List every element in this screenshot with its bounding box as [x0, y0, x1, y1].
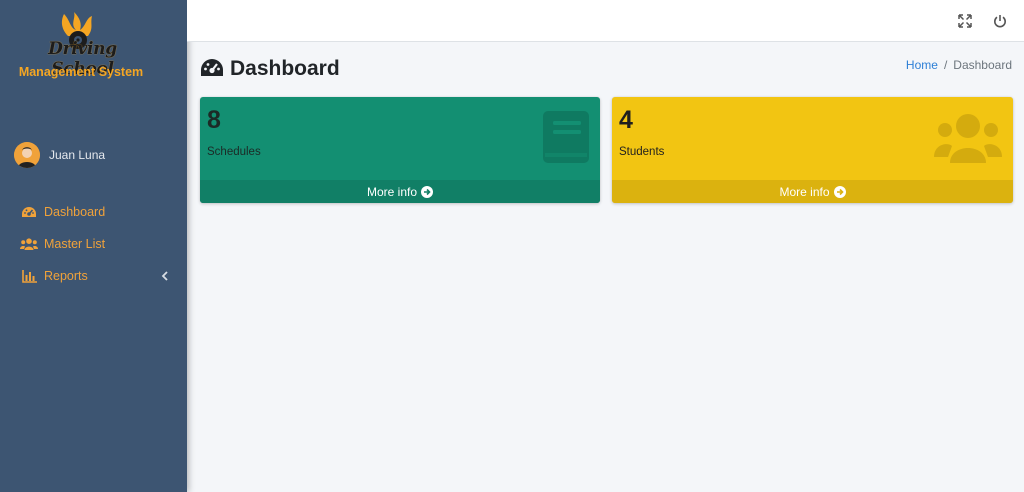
users-icon [20, 237, 38, 251]
sidebar-item-label: Master List [44, 237, 106, 251]
breadcrumb: Home / Dashboard [906, 58, 1012, 72]
page-title-text: Dashboard [230, 57, 340, 80]
user-name: Juan Luna [49, 148, 106, 162]
tachometer-icon [20, 205, 38, 219]
breadcrumb-home-link[interactable]: Home [906, 58, 938, 72]
students-box: 4 Students More info [612, 97, 1013, 203]
schedules-box: 8 Schedules More info [200, 97, 600, 203]
brand-subtitle: Management System [18, 65, 144, 79]
more-info-label: More info [366, 184, 418, 199]
schedules-more-info-link[interactable]: More info [200, 180, 600, 203]
breadcrumb-separator: / [943, 58, 948, 72]
sidebar-item-reports[interactable]: Reports [0, 260, 187, 292]
expand-icon[interactable] [958, 14, 972, 28]
bar-chart-icon [20, 269, 38, 283]
avatar [14, 142, 40, 168]
arrow-circle-right-icon [421, 185, 434, 198]
brand-link[interactable]: Driving School Management System [0, 6, 162, 86]
students-count: 4 [619, 106, 633, 134]
chevron-left-icon [161, 270, 169, 284]
user-panel[interactable]: Juan Luna [14, 140, 174, 170]
tachometer-icon [200, 58, 224, 80]
students-label: Students [619, 146, 665, 158]
sidebar: Driving School Management System Juan Lu… [0, 0, 187, 492]
power-icon[interactable] [993, 14, 1007, 28]
sidebar-item-dashboard[interactable]: Dashboard [0, 196, 187, 228]
breadcrumb-current: Dashboard [953, 58, 1012, 72]
schedules-count: 8 [207, 106, 221, 134]
sidebar-item-label: Reports [44, 269, 88, 283]
students-more-info-link[interactable]: More info [612, 180, 1013, 203]
users-icon [934, 113, 1002, 168]
sidebar-item-master-list[interactable]: Master List [0, 228, 187, 260]
schedules-label: Schedules [207, 146, 261, 158]
user-avatar-icon [14, 142, 40, 168]
page-title: Dashboard [200, 56, 340, 82]
sidebar-item-label: Dashboard [44, 205, 106, 219]
more-info-label: More info [779, 184, 830, 199]
sidebar-nav: Dashboard Master List Reports [0, 196, 187, 292]
book-icon [543, 111, 591, 170]
arrow-circle-right-icon [833, 185, 846, 198]
top-navbar [187, 0, 1024, 42]
